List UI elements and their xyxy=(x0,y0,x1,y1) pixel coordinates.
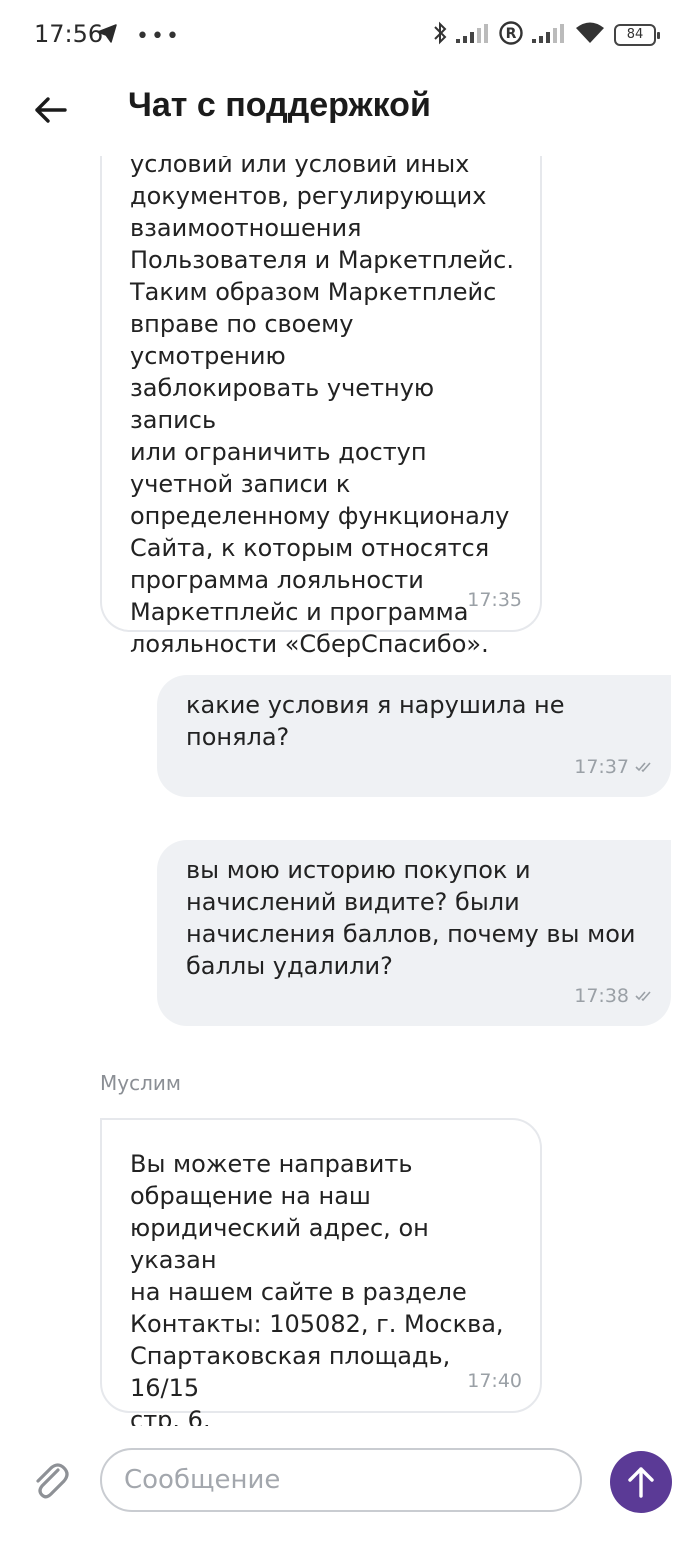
double-check-icon xyxy=(635,762,651,773)
more-dots-icon: ••• xyxy=(136,24,181,49)
svg-text:R: R xyxy=(506,26,517,42)
outgoing-message: какие условия я нарушила не поняла? 17:3… xyxy=(157,675,671,797)
page-title: Чат с поддержкой xyxy=(128,86,431,124)
incoming-message: условий или условий иных документов, рег… xyxy=(100,156,542,658)
double-check-icon xyxy=(635,991,651,1002)
app-header: Чат с поддержкой xyxy=(0,70,700,156)
arrow-left-icon xyxy=(35,97,67,123)
message-meta: 17:37 xyxy=(574,751,653,783)
back-button[interactable] xyxy=(30,90,70,130)
message-time: 17:37 xyxy=(574,756,629,778)
message-composer xyxy=(0,1426,700,1556)
battery-icon: 84 xyxy=(614,24,660,46)
message-time: 17:40 xyxy=(467,1370,522,1392)
message-text: вы мою историю покупок и начислений види… xyxy=(186,856,636,980)
outgoing-message: вы мою историю покупок и начислений види… xyxy=(157,840,671,1026)
message-text: условий или условий иных документов, рег… xyxy=(130,156,514,658)
message-meta: 17:38 xyxy=(574,980,653,1012)
paperclip-icon xyxy=(36,1463,69,1499)
telegram-icon xyxy=(96,22,118,48)
message-time: 17:38 xyxy=(574,985,629,1007)
status-icons: R 84 xyxy=(432,20,660,50)
wifi-icon xyxy=(574,21,606,49)
status-time: 17:56 xyxy=(34,20,104,48)
send-button[interactable] xyxy=(610,1451,672,1513)
signal-icon xyxy=(532,22,566,48)
bluetooth-icon xyxy=(432,20,448,50)
message-text: какие условия я нарушила не поняла? xyxy=(186,691,565,751)
chat-messages[interactable]: условий или условий иных документов, рег… xyxy=(0,156,700,1426)
sender-name: Муслим xyxy=(100,1071,181,1095)
arrow-up-icon xyxy=(628,1467,654,1498)
attach-button[interactable] xyxy=(30,1458,70,1502)
registered-icon: R xyxy=(498,20,524,50)
status-bar: 17:56 ••• R 84 xyxy=(0,0,700,70)
message-input[interactable] xyxy=(100,1448,582,1512)
message-text: Вы можете направить обращение на наш юри… xyxy=(130,1150,504,1426)
incoming-message: Вы можете направить обращение на наш юри… xyxy=(100,1118,542,1426)
message-time: 17:35 xyxy=(467,589,522,611)
signal-icon xyxy=(456,22,490,48)
